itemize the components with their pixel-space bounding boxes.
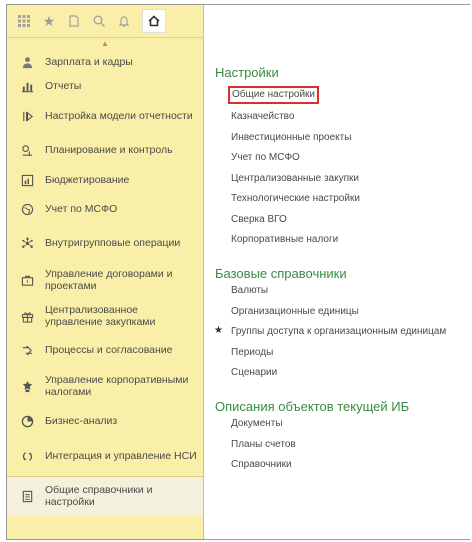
sidebar-item-label: Процессы и согласование (45, 344, 173, 356)
link-periods[interactable]: Периоды (231, 347, 470, 359)
bar-chart-icon (19, 78, 35, 94)
search-icon[interactable] (88, 10, 110, 32)
link-documents[interactable]: Документы (231, 418, 470, 430)
history-icon[interactable] (63, 10, 85, 32)
sidebar-item-nsi[interactable]: Интеграция и управление НСИ (7, 436, 203, 476)
scroll-up-arrow-icon[interactable]: ▲ (7, 38, 203, 50)
link-scenarios[interactable]: Сценарии (231, 367, 470, 379)
document-icon (19, 488, 35, 504)
link-treasury[interactable]: Казначейство (231, 111, 470, 123)
section-title: Базовые справочники (215, 266, 347, 281)
sections-panel: ★ ▲ Зарплата и кадры Отчеты Настройка мо… (7, 5, 204, 539)
app-window: ★ ▲ Зарплата и кадры Отчеты Настройка мо… (6, 4, 470, 540)
apps-grid-icon[interactable] (13, 10, 35, 32)
sidebar-item-payroll[interactable]: Зарплата и кадры (7, 50, 203, 74)
process-icon (19, 342, 35, 358)
gift-icon (19, 308, 35, 324)
link-investment-projects[interactable]: Инвестиционные проекты (231, 132, 470, 144)
sidebar-item-label: Управление корпоративными налогами (45, 374, 189, 398)
sidebar-item-ifrs[interactable]: Учет по МСФО (7, 194, 203, 224)
sidebar-item-label: Зарплата и кадры (45, 56, 133, 68)
sidebar-item-label: Интеграция и управление НСИ (45, 450, 197, 462)
link-intragroup-reconciliation[interactable]: Сверка ВГО (231, 214, 470, 226)
sidebar-item-intragroup[interactable]: Внутригрупповые операции (7, 224, 203, 262)
star-icon[interactable]: ★ (214, 325, 223, 336)
sidebar-item-label: Бизнес-анализ (45, 415, 118, 427)
person-icon (19, 54, 35, 70)
sidebar-item-procurement[interactable]: Централизованное управление закупками (7, 298, 203, 334)
sidebar-item-report-model[interactable]: Настройка модели отчетности (7, 98, 203, 134)
link-tech-settings[interactable]: Технологические настройки (231, 193, 470, 205)
sidebar-item-label: Планирование и контроль (45, 144, 173, 156)
sidebar-item-business-analysis[interactable]: Бизнес-анализ (7, 406, 203, 436)
planning-icon (19, 142, 35, 158)
section-title: Настройки (215, 65, 279, 80)
pie-icon (19, 413, 35, 429)
settings-section: Настройки Общие настройки Казначейство И… (215, 65, 470, 246)
sidebar-item-planning[interactable]: Планирование и контроль (7, 134, 203, 166)
section-content: Настройки Общие настройки Казначейство И… (214, 65, 470, 480)
toolbar: ★ (7, 5, 203, 38)
sidebar-item-contracts[interactable]: Управление договорами и проектами (7, 262, 203, 298)
link-general-settings[interactable]: Общие настройки (228, 86, 319, 104)
star-icon[interactable]: ★ (38, 10, 60, 32)
sidebar-item-label: Бюджетирование (45, 174, 130, 186)
sidebar-item-common-settings[interactable]: Общие справочники и настройки (7, 476, 203, 515)
link-org-unit-access-groups[interactable]: Группы доступа к организационным единица… (231, 326, 470, 338)
sync-icon (19, 448, 35, 464)
sidebar-item-processes[interactable]: Процессы и согласование (7, 334, 203, 366)
sections-list: Зарплата и кадры Отчеты Настройка модели… (7, 50, 203, 515)
section-title: Описания объектов текущей ИБ (215, 399, 410, 414)
link-ifrs[interactable]: Учет по МСФО (231, 152, 470, 164)
link-currencies[interactable]: Валюты (231, 285, 470, 297)
base-catalogs-section: Базовые справочники Валюты Организационн… (214, 266, 470, 379)
budget-icon (19, 172, 35, 188)
sidebar-item-label: Внутригрупповые операции (45, 237, 181, 249)
link-centralized-purchases[interactable]: Централизованные закупки (231, 173, 470, 185)
link-corporate-taxes[interactable]: Корпоративные налоги (231, 234, 470, 246)
tax-icon (19, 378, 35, 394)
network-icon (19, 235, 35, 251)
ib-objects-section: Описания объектов текущей ИБ Документы П… (215, 399, 470, 471)
sidebar-item-label: Настройка модели отчетности (45, 110, 193, 122)
sidebar-item-label: Управление договорами и проектами (45, 268, 173, 292)
sidebar-item-label: Централизованное управление закупками (45, 304, 156, 328)
sidebar-item-taxes[interactable]: Управление корпоративными налогами (7, 366, 203, 406)
favorite-row: ★ Группы доступа к организационным едини… (214, 325, 470, 338)
sidebar-item-label: Отчеты (45, 80, 82, 92)
link-charts-of-accounts[interactable]: Планы счетов (231, 439, 470, 451)
briefcase-icon (19, 272, 35, 288)
link-catalogs[interactable]: Справочники (231, 459, 470, 471)
link-org-units[interactable]: Организационные единицы (231, 306, 470, 318)
sidebar-item-budgeting[interactable]: Бюджетирование (7, 166, 203, 194)
sidebar-item-label: Учет по МСФО (45, 203, 118, 215)
home-icon[interactable] (142, 9, 166, 33)
globe-icon (19, 201, 35, 217)
model-icon (19, 108, 35, 124)
bell-icon[interactable] (113, 10, 135, 32)
sidebar-item-label: Общие справочники и настройки (45, 484, 153, 508)
sidebar-item-reports[interactable]: Отчеты (7, 74, 203, 98)
